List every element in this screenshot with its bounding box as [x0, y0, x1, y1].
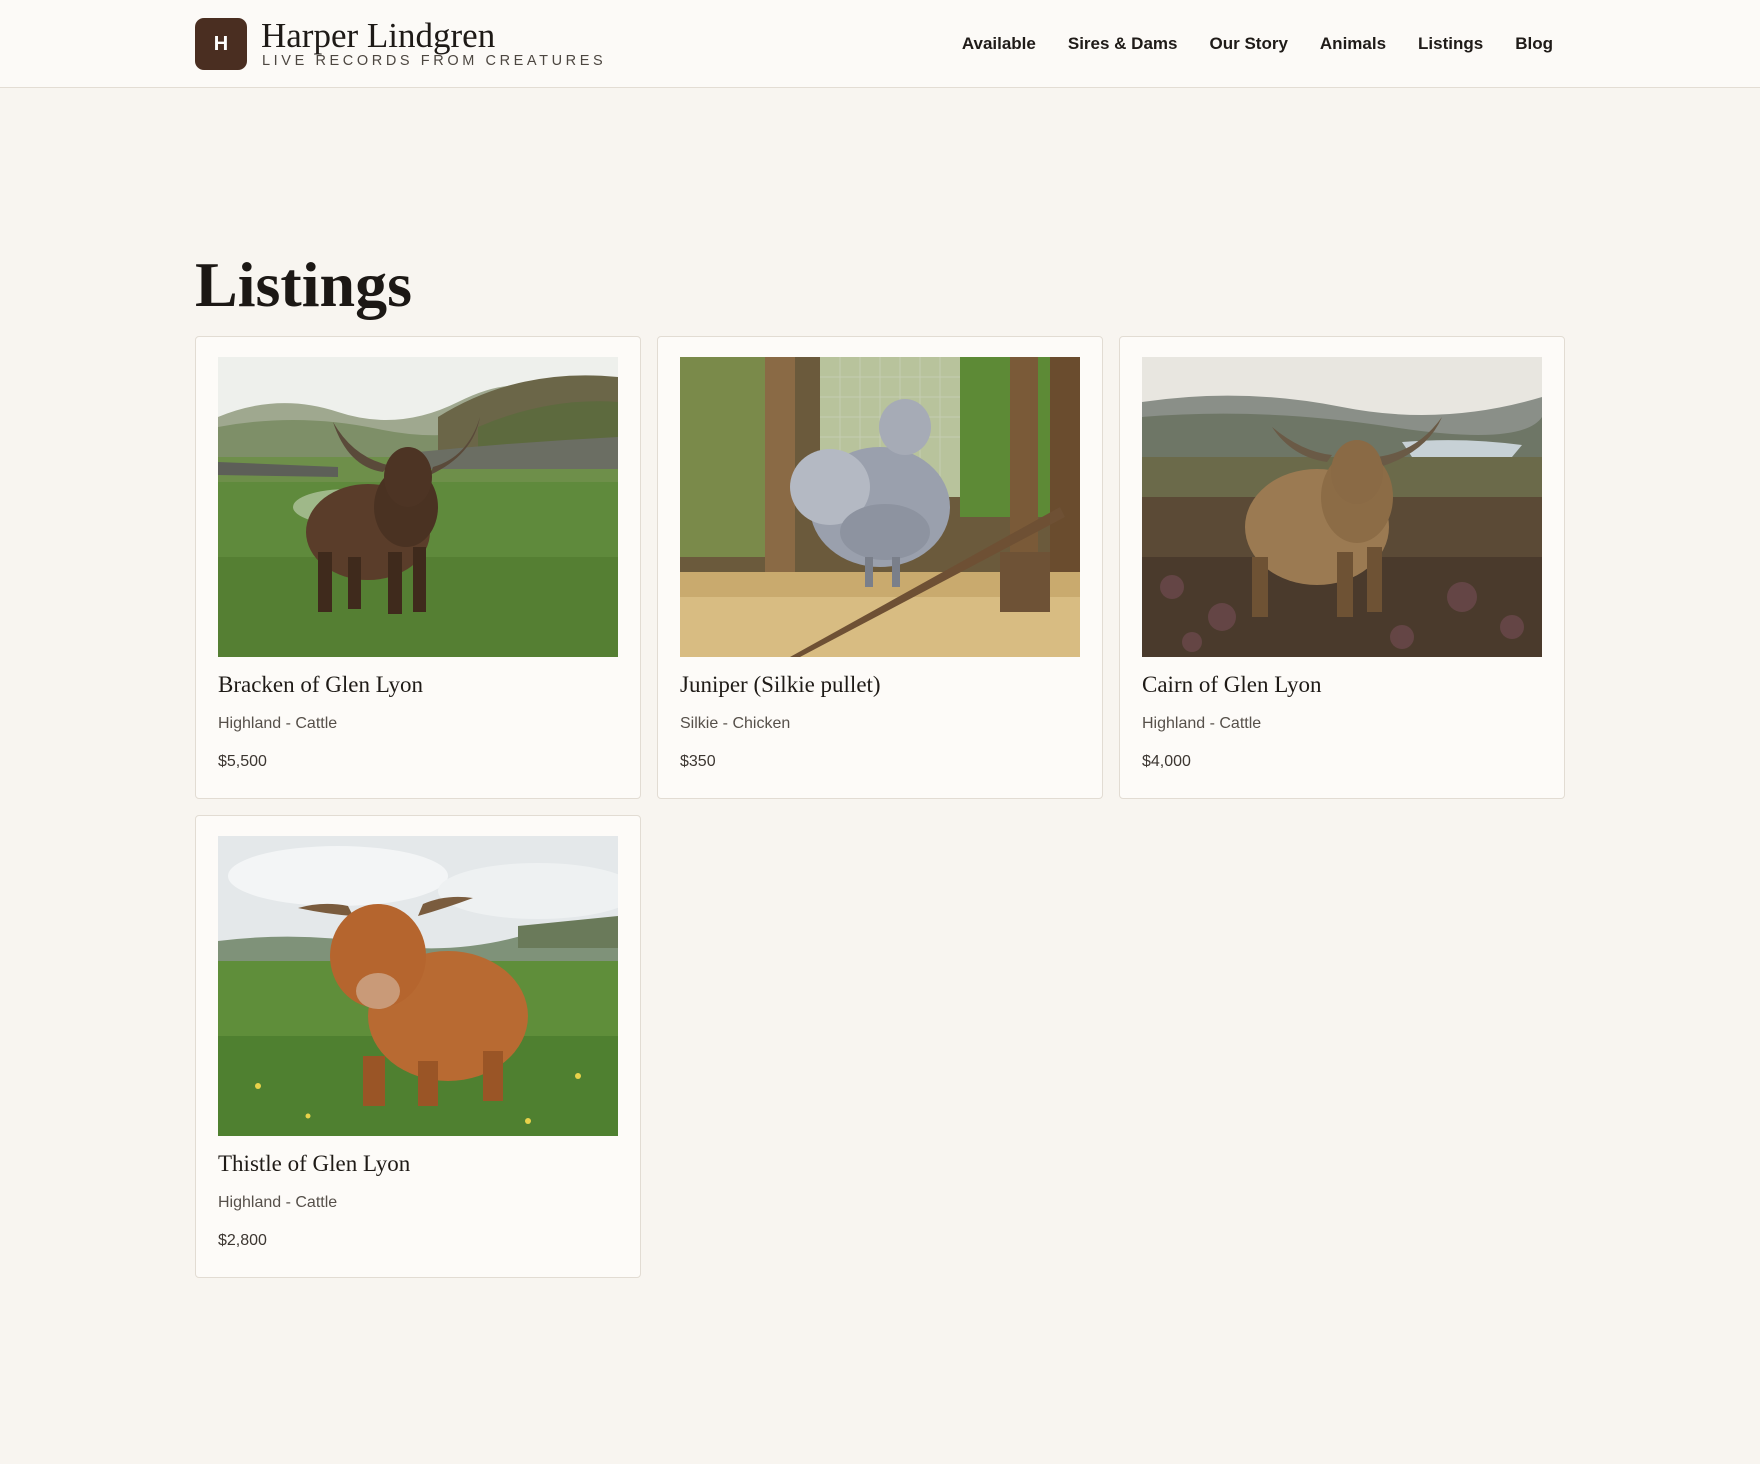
listings-grid: Bracken of Glen Lyon Highland - Cattle $… [195, 336, 1565, 1278]
highland-calf-ginger-photo[interactable] [218, 836, 618, 1136]
listing-name[interactable]: Thistle of Glen Lyon [218, 1148, 618, 1180]
listing-card[interactable]: Cairn of Glen Lyon Highland - Cattle $4,… [1119, 336, 1565, 799]
listing-card[interactable]: Bracken of Glen Lyon Highland - Cattle $… [195, 336, 641, 799]
brand-tagline: LIVE RECORDS FROM CREATURES [262, 53, 607, 69]
logo-mark[interactable]: H [195, 18, 247, 70]
site-header: H Harper Lindgren LIVE RECORDS FROM CREA… [0, 0, 1760, 88]
highland-cow-dark-photo[interactable] [218, 357, 618, 657]
nav-link-our-story[interactable]: Our Story [1210, 32, 1288, 56]
nav-link-blog[interactable]: Blog [1515, 32, 1553, 56]
highland-cow-heather-photo[interactable] [1142, 357, 1542, 657]
listing-name[interactable]: Cairn of Glen Lyon [1142, 669, 1542, 701]
listing-card[interactable]: Juniper (Silkie pullet) Silkie - Chicken… [657, 336, 1103, 799]
listing-name[interactable]: Juniper (Silkie pullet) [680, 669, 1080, 701]
nav-link-sires-dams[interactable]: Sires & Dams [1068, 32, 1178, 56]
listing-card[interactable]: Thistle of Glen Lyon Highland - Cattle $… [195, 815, 641, 1278]
page-title: Listings [195, 249, 412, 320]
nav-link-available[interactable]: Available [962, 32, 1036, 56]
silkie-chicken-photo[interactable] [680, 357, 1080, 657]
nav-link-listings[interactable]: Listings [1418, 32, 1483, 56]
listing-price: $350 [680, 753, 716, 770]
listing-price: $5,500 [218, 753, 267, 770]
main-nav: Available Sires & Dams Our Story Animals… [962, 32, 1553, 56]
listing-breed: Silkie - Chicken [680, 715, 791, 732]
listing-breed: Highland - Cattle [218, 1194, 338, 1211]
listing-price: $4,000 [1142, 753, 1191, 770]
brand-name[interactable]: Harper Lindgren [261, 14, 495, 58]
listing-breed: Highland - Cattle [1142, 715, 1262, 732]
nav-link-animals[interactable]: Animals [1320, 32, 1386, 56]
listing-price: $2,800 [218, 1232, 267, 1249]
listing-breed: Highland - Cattle [218, 715, 338, 732]
listing-name[interactable]: Bracken of Glen Lyon [218, 669, 618, 701]
